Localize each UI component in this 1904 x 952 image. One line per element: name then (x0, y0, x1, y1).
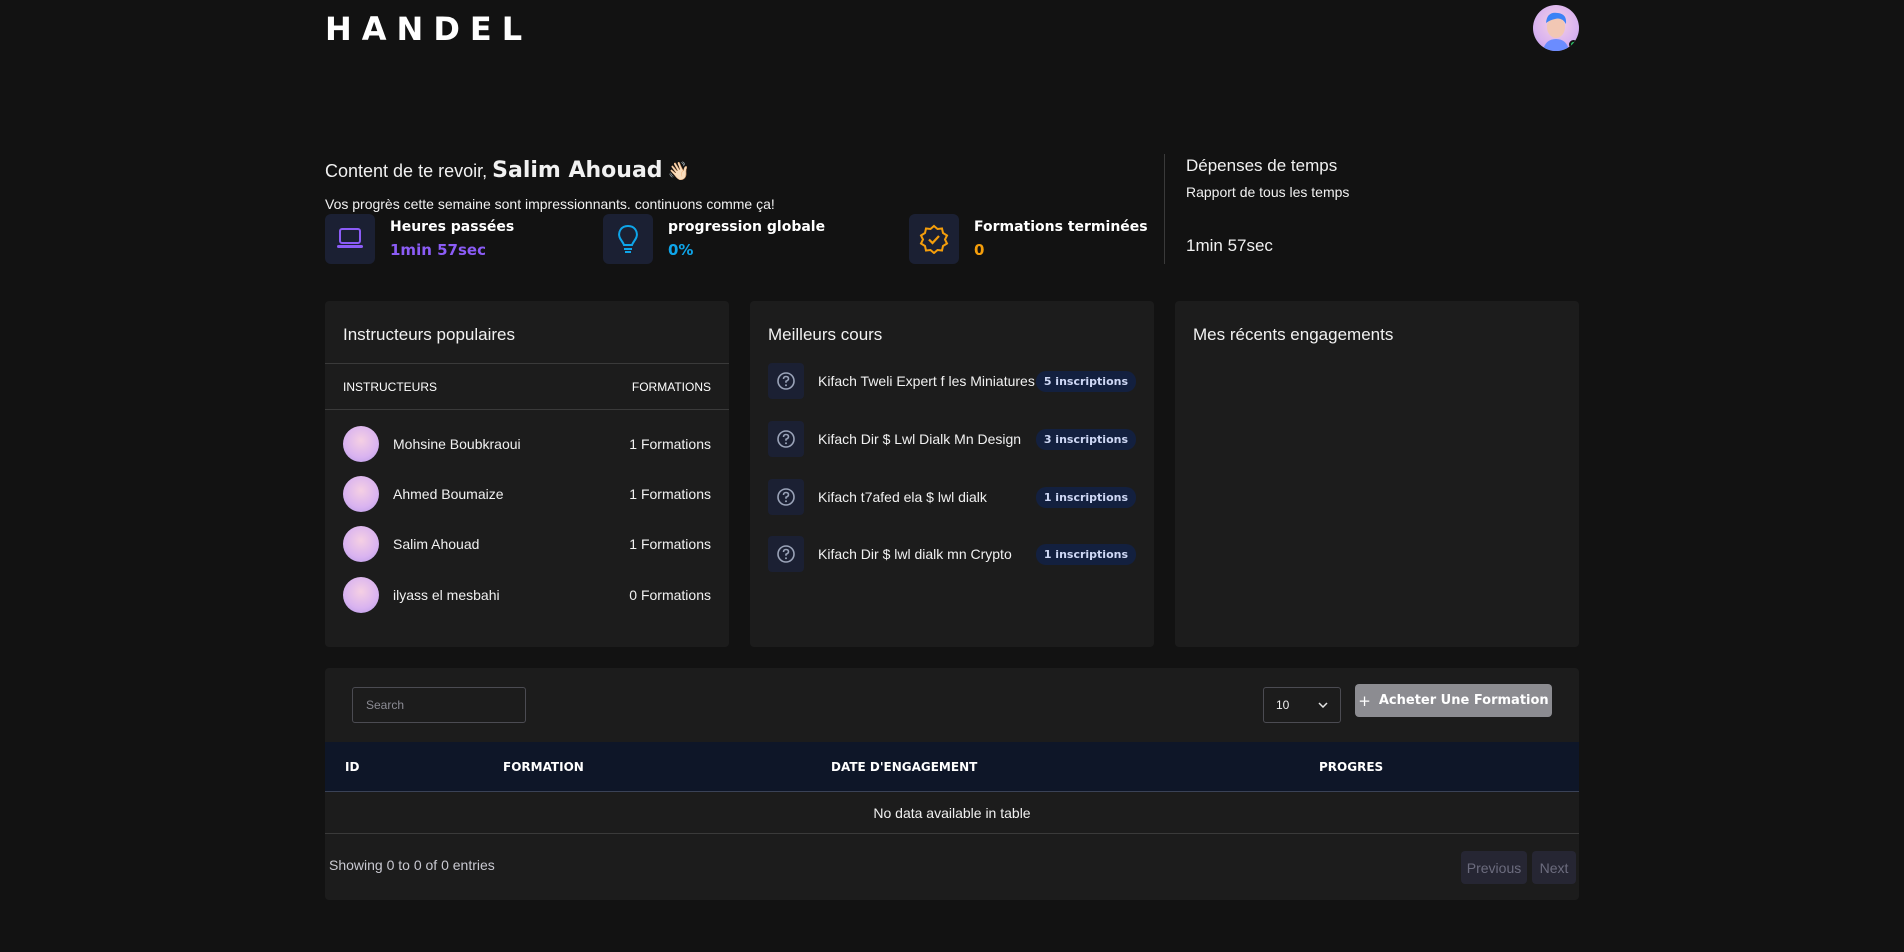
previous-page-button[interactable]: Previous (1461, 851, 1527, 884)
table-header: ID FORMATION DATE D'ENGAGEMENT PROGRES (325, 742, 1579, 792)
enrollment-badge: 3 inscriptions (1035, 428, 1136, 450)
instructor-name: Ahmed Boumaize (393, 486, 504, 502)
question-circle-icon (768, 479, 804, 515)
divider (325, 363, 729, 364)
course-title: Kifach t7afed ela $ lwl dialk (818, 488, 987, 505)
question-circle-icon (768, 363, 804, 399)
course-title: Kifach Dir $ lwl dialk mn Crypto (818, 545, 1012, 562)
avatar (343, 526, 379, 562)
user-avatar[interactable] (1533, 5, 1579, 51)
table-info: Showing 0 to 0 of 0 entries (329, 857, 495, 873)
page-size-value: 10 (1276, 698, 1290, 712)
instructor-row[interactable]: Mohsine Boubkraoui 1 Formations (343, 425, 711, 463)
empty-table-message: No data available in table (325, 792, 1579, 834)
column-header[interactable]: DATE D'ENGAGEMENT (831, 760, 977, 774)
enrollment-badge: 1 inscriptions (1035, 543, 1136, 565)
time-spent-subtitle: Rapport de tous les temps (1186, 184, 1350, 200)
card-title: Meilleurs cours (768, 325, 883, 344)
laptop-icon (325, 214, 375, 264)
question-circle-icon (768, 536, 804, 572)
course-row[interactable]: Kifach Dir $ lwl dialk mn Crypto 1 inscr… (768, 536, 1136, 572)
wave-emoji: 👋🏻 (667, 161, 690, 181)
stat-label: progression globale (668, 219, 826, 235)
instructor-formations: 1 Formations (629, 536, 711, 552)
instructor-row[interactable]: ilyass el mesbahi 0 Formations (343, 576, 711, 614)
enrollment-badge: 5 inscriptions (1035, 370, 1136, 392)
instructor-formations: 1 Formations (629, 486, 711, 502)
greeting-text: Content de te revoir, (325, 161, 488, 181)
buy-formation-button[interactable]: + Acheter Une Formation (1355, 684, 1552, 717)
avatar (343, 577, 379, 613)
badge-check-icon (909, 214, 959, 264)
user-name: Salim Ahouad (492, 158, 663, 183)
stat-label: Formations terminées (974, 219, 1148, 235)
instructor-formations: 0 Formations (629, 587, 711, 603)
online-status-dot (1569, 40, 1578, 49)
column-header[interactable]: PROGRES (1319, 760, 1383, 774)
avatar (343, 476, 379, 512)
plus-icon: + (1358, 691, 1371, 710)
course-row[interactable]: Kifach Dir $ Lwl Dialk Mn Design 3 inscr… (768, 421, 1136, 457)
page-size-select[interactable]: 10 (1263, 687, 1341, 723)
instructor-name: Mohsine Boubkraoui (393, 436, 521, 452)
course-title: Kifach Dir $ Lwl Dialk Mn Design (818, 430, 1022, 447)
course-title: Kifach Tweli Expert f les Miniatures (818, 372, 1035, 389)
divider (325, 409, 729, 410)
col-instructors: INSTRUCTEURS (343, 380, 438, 394)
stat-hours: Heures passées 1min 57sec (325, 214, 514, 264)
column-header[interactable]: FORMATION (503, 760, 584, 774)
divider (1164, 154, 1165, 264)
instructor-name: ilyass el mesbahi (393, 587, 500, 603)
stat-value: 0 (974, 241, 985, 259)
card-title: Mes récents engagements (1193, 325, 1394, 344)
stat-value: 0% (668, 241, 694, 259)
question-circle-icon (768, 421, 804, 457)
engagements-card: Mes récents engagements (1175, 301, 1579, 647)
col-formations: FORMATIONS (631, 380, 711, 394)
brand-logo[interactable]: HANDEL (325, 10, 532, 48)
avatar (343, 426, 379, 462)
courses-card: Meilleurs cours Kifach Tweli Expert f le… (750, 301, 1154, 647)
enrollment-badge: 1 inscriptions (1035, 486, 1136, 508)
stat-label: Heures passées (390, 219, 515, 235)
buy-formation-label: Acheter Une Formation (1378, 693, 1549, 708)
stat-completed: Formations terminées 0 (909, 214, 1148, 264)
column-header[interactable]: ID (345, 760, 359, 774)
instructor-name: Salim Ahouad (393, 536, 480, 552)
course-row[interactable]: Kifach t7afed ela $ lwl dialk 1 inscript… (768, 479, 1136, 515)
time-spent-value: 1min 57sec (1186, 236, 1273, 255)
time-spent-title: Dépenses de temps (1186, 156, 1338, 175)
lightbulb-icon (603, 214, 653, 264)
course-row[interactable]: Kifach Tweli Expert f les Miniatures 5 i… (768, 363, 1136, 399)
instructor-formations: 1 Formations (629, 436, 711, 452)
chevron-down-icon (1318, 702, 1328, 708)
search-input[interactable] (352, 687, 526, 723)
welcome-subtitle: Vos progrès cette semaine sont impressio… (325, 196, 775, 212)
instructors-card: Instructeurs populaires INSTRUCTEURS FOR… (325, 301, 729, 647)
instructor-row[interactable]: Ahmed Boumaize 1 Formations (343, 475, 711, 513)
stat-value: 1min 57sec (390, 241, 486, 259)
welcome-heading: Content de te revoir, Salim Ahouad 👋🏻 (325, 158, 690, 183)
card-title: Instructeurs populaires (343, 325, 515, 344)
stat-progress: progression globale 0% (603, 214, 825, 264)
instructor-row[interactable]: Salim Ahouad 1 Formations (343, 525, 711, 563)
next-page-button[interactable]: Next (1532, 851, 1576, 884)
